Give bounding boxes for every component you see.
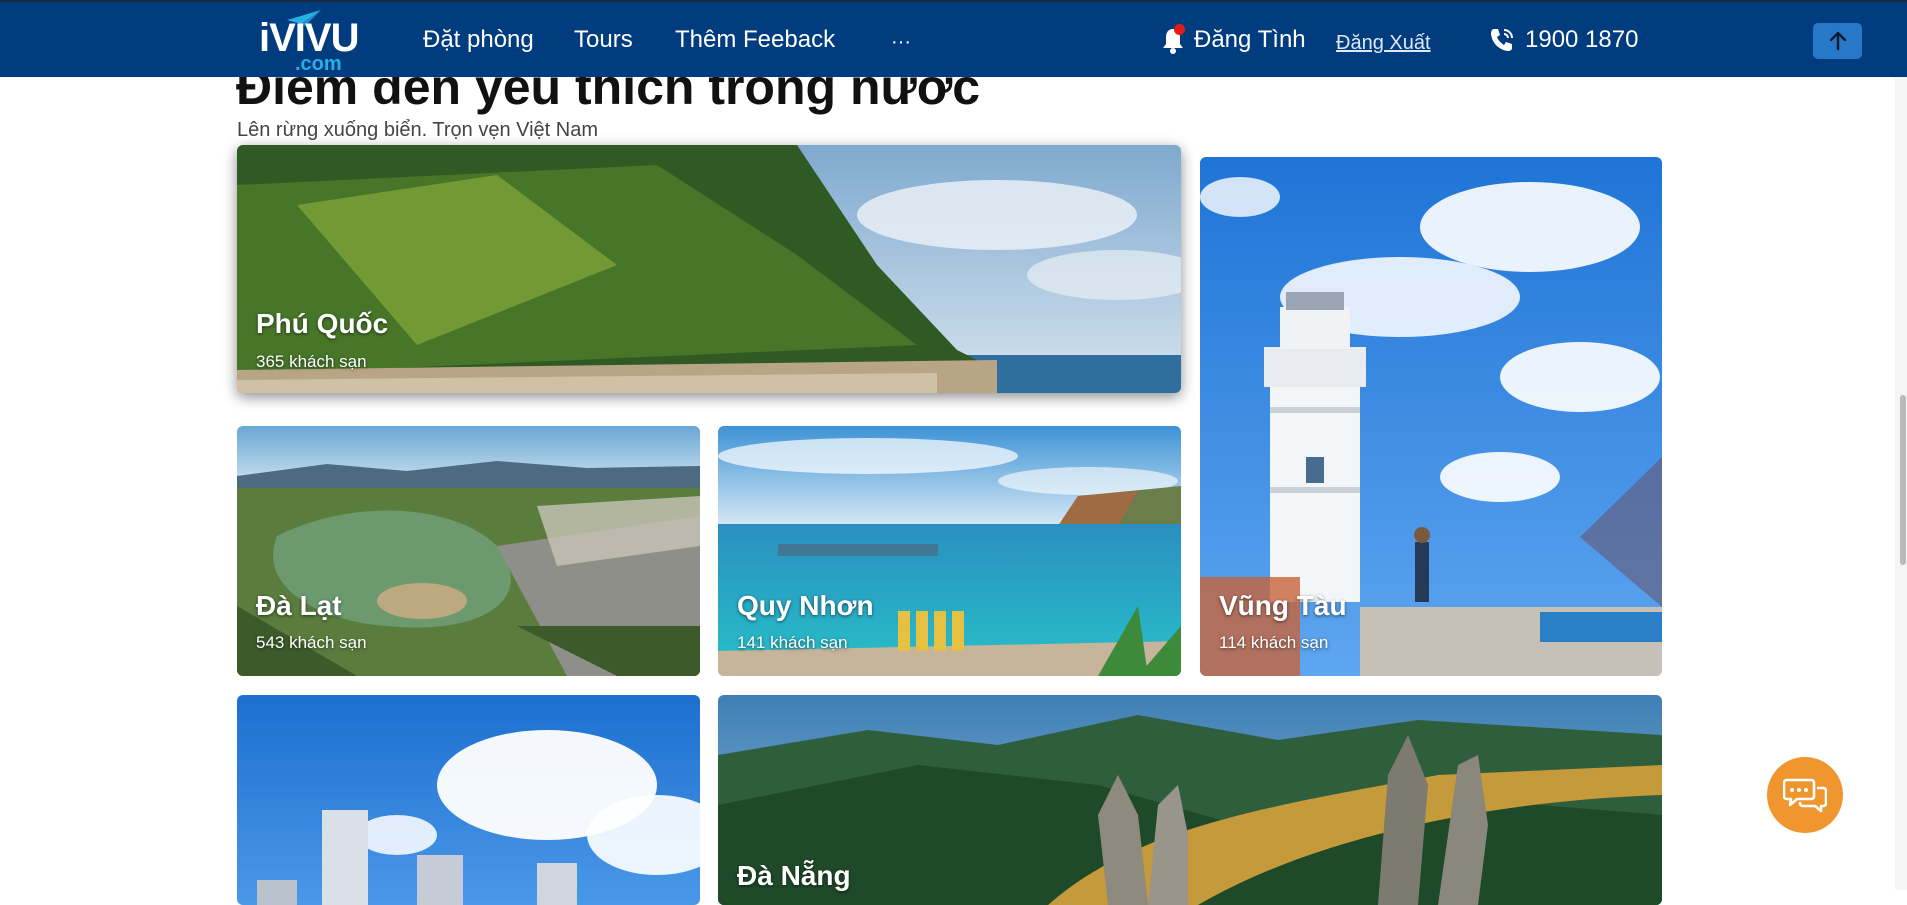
section-subtitle: Lên rừng xuống biển. Trọn vẹn Việt Nam <box>237 119 599 141</box>
destination-name: Phú Quốc <box>256 308 389 339</box>
hotline-number[interactable]: 1900 1870 <box>1525 26 1638 54</box>
user-name[interactable]: Đăng Tình <box>1194 26 1306 54</box>
logo-domain: .com <box>295 53 342 75</box>
destination-name: Đà Lạt <box>256 590 342 621</box>
nav-dat-phong[interactable]: Đặt phòng <box>423 26 534 54</box>
destination-card-quy-nhon[interactable]: Quy Nhơn 141 khách sạn <box>718 426 1181 676</box>
destination-hotel-count: 141 khách sạn <box>737 633 848 652</box>
notification-dot <box>1174 24 1185 35</box>
destination-hotel-count: 543 khách sạn <box>256 633 367 652</box>
destination-hotel-count: 365 khách sạn <box>256 352 367 371</box>
ivivu-logo[interactable]: iVIVU .com <box>259 10 359 75</box>
logout-link[interactable]: Đăng Xuất <box>1336 29 1431 57</box>
destination-name: Quy Nhơn <box>737 590 874 621</box>
logo-word: iVIVU <box>259 16 359 60</box>
city-skyline-photo <box>237 695 700 905</box>
live-chat-button[interactable] <box>1767 757 1843 833</box>
nav-them-feedback[interactable]: Thêm Feeback <box>675 26 835 54</box>
nav-more-menu[interactable]: ··· <box>891 28 911 56</box>
phone-icon <box>1491 29 1513 51</box>
destination-name: Đà Nẵng <box>737 860 851 891</box>
scrollbar-thumb[interactable] <box>1900 395 1906 565</box>
destination-card-da-lat[interactable]: Đà Lạt 543 khách sạn <box>237 426 700 676</box>
da-nang-photo <box>718 695 1662 905</box>
destination-name: Vũng Tàu <box>1219 590 1347 621</box>
phu-quoc-photo <box>237 145 1181 393</box>
destination-card-partial[interactable] <box>237 695 700 905</box>
notification-bell[interactable] <box>1161 24 1185 54</box>
destination-card-da-nang[interactable]: Đà Nẵng <box>718 695 1662 905</box>
destination-hotel-count: 114 khách sạn <box>1219 633 1329 652</box>
scroll-top-button[interactable] <box>1813 23 1862 59</box>
nav-tours[interactable]: Tours <box>574 26 633 54</box>
top-navbar: iVIVU .com Đặt phòng Tours Thêm Feeback … <box>0 0 1907 77</box>
chat-icon <box>1783 778 1827 813</box>
arrow-up-icon <box>1829 31 1847 51</box>
destination-card-vung-tau[interactable]: Vũng Tàu 114 khách sạn <box>1200 157 1662 676</box>
destination-card-phu-quoc[interactable]: Phú Quốc 365 khách sạn <box>237 145 1181 393</box>
